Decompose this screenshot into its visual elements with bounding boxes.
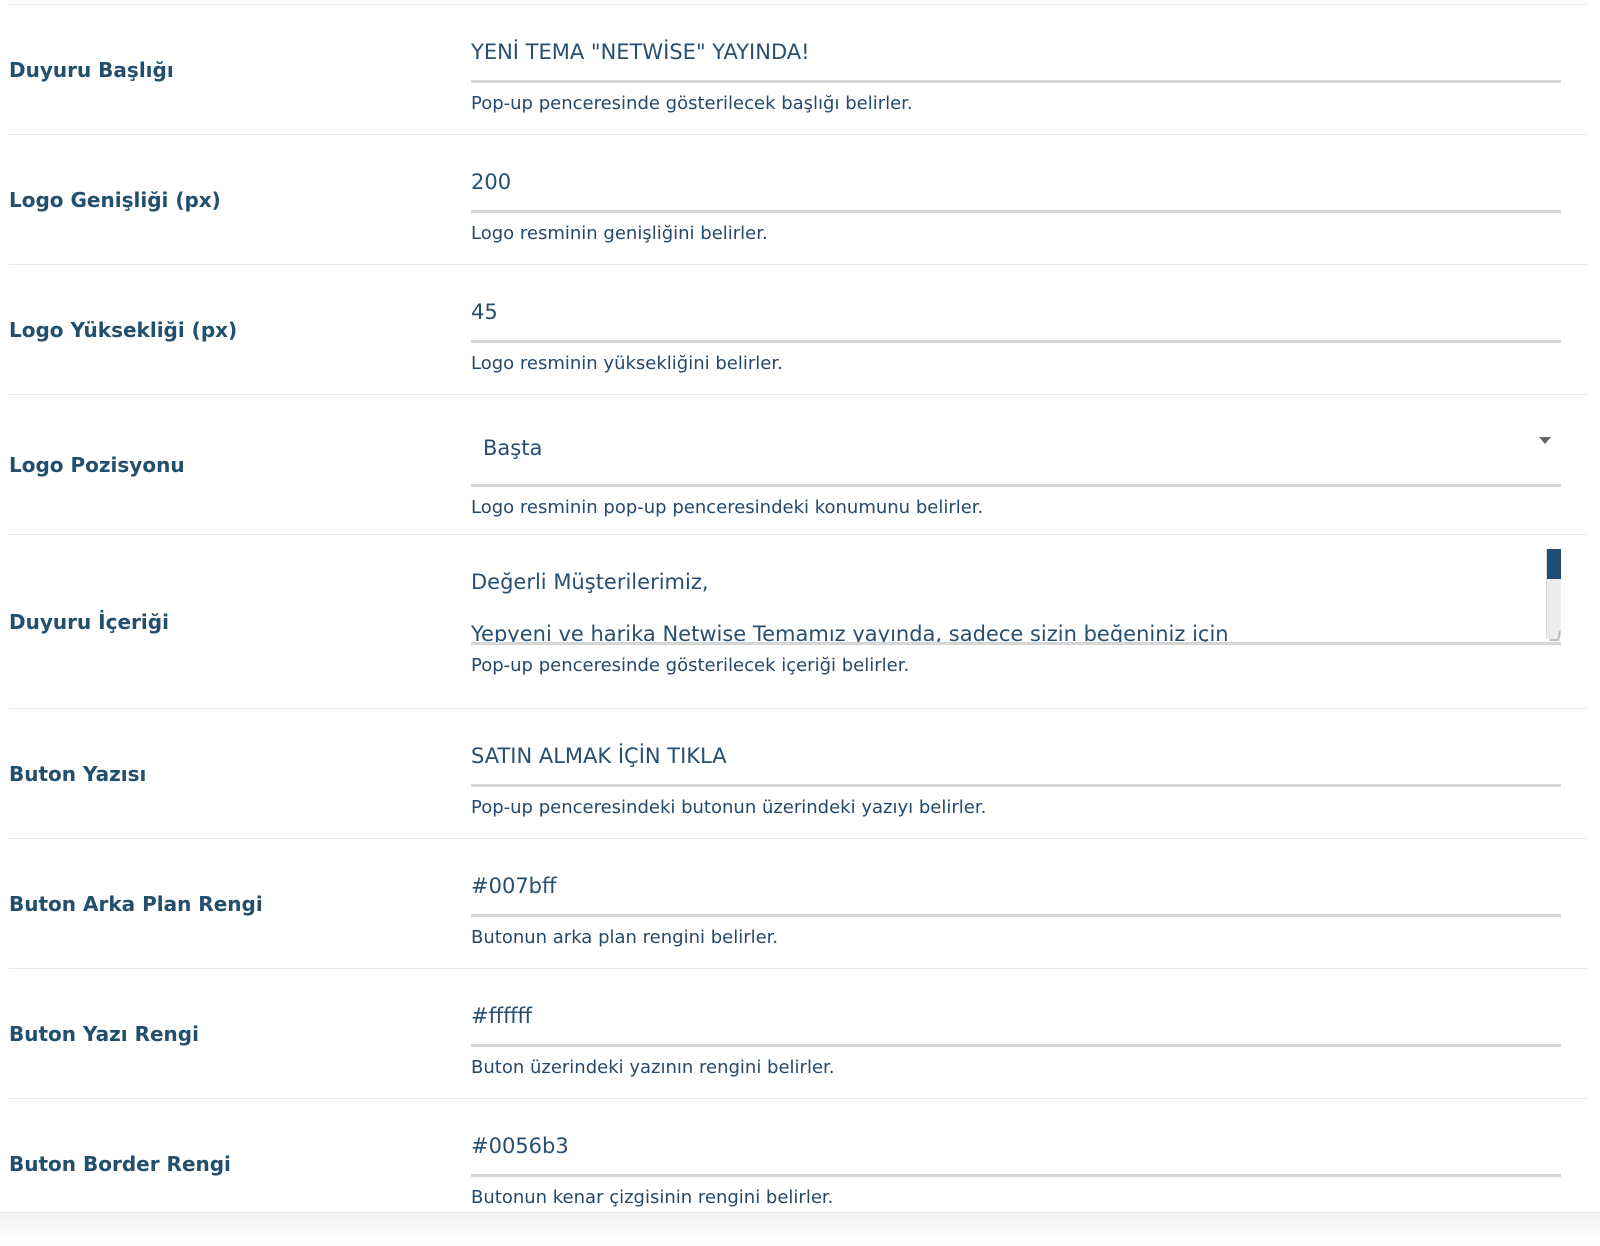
logo-yuksekligi-input[interactable]: 45 bbox=[471, 295, 1561, 343]
field-row-buton-border-rengi: Buton Border Rengi #0056b3 Butonun kenar… bbox=[9, 1099, 1587, 1229]
field-row-logo-yuksekligi: Logo Yüksekliği (px) 45 Logo resminin yü… bbox=[9, 265, 1587, 395]
input-value: 45 bbox=[471, 300, 498, 324]
textarea-line: Yepyeni ve harika Netwise Temamız yayınd… bbox=[471, 622, 1229, 645]
input-value: #007bff bbox=[471, 874, 557, 898]
input-value: 200 bbox=[471, 170, 512, 194]
scrollbar-thumb[interactable] bbox=[1547, 549, 1561, 579]
field-row-duyuru-basligi: Duyuru Başlığı YENİ TEMA "NETWİSE" YAYIN… bbox=[9, 5, 1587, 135]
field-help: Pop-up penceresindeki butonun üzerindeki… bbox=[471, 797, 987, 818]
logo-pozisyonu-select[interactable]: Başta bbox=[471, 425, 1561, 487]
field-row-buton-yazi-rengi: Buton Yazı Rengi #ffffff Buton üzerindek… bbox=[9, 969, 1587, 1099]
textarea-scrollbar[interactable] bbox=[1546, 549, 1561, 639]
field-label: Logo Pozisyonu bbox=[9, 452, 185, 477]
field-help: Butonun kenar çizgisinin rengini belirle… bbox=[471, 1187, 834, 1208]
field-label: Duyuru Başlığı bbox=[9, 57, 174, 82]
buton-border-rengi-input[interactable]: #0056b3 bbox=[471, 1129, 1561, 1177]
textarea-line: Değerli Müşterilerimiz, bbox=[471, 570, 709, 594]
field-help: Pop-up penceresinde gösterilecek başlığı… bbox=[471, 93, 913, 114]
duyuru-icerigi-textarea[interactable]: Değerli Müşterilerimiz, Yepyeni ve harik… bbox=[471, 549, 1561, 645]
field-label: Duyuru İçeriği bbox=[9, 609, 169, 634]
input-value: #0056b3 bbox=[471, 1134, 569, 1158]
buton-yazi-rengi-input[interactable]: #ffffff bbox=[471, 999, 1561, 1047]
field-row-buton-yazisi: Buton Yazısı SATIN ALMAK İÇİN TIKLA Pop-… bbox=[9, 709, 1587, 839]
field-label: Logo Yüksekliği (px) bbox=[9, 317, 238, 342]
field-row-logo-pozisyonu: Logo Pozisyonu Başta Logo resminin pop-u… bbox=[9, 395, 1587, 535]
field-help: Logo resminin genişliğini belirler. bbox=[471, 223, 768, 244]
field-label: Buton Yazısı bbox=[9, 761, 147, 786]
input-value: #ffffff bbox=[471, 1004, 533, 1028]
field-help: Logo resminin pop-up penceresindeki konu… bbox=[471, 497, 984, 518]
field-label: Buton Arka Plan Rengi bbox=[9, 891, 263, 916]
page-footer-shadow bbox=[0, 1212, 1600, 1246]
field-help: Pop-up penceresinde gösterilecek içeriği… bbox=[471, 655, 910, 676]
buton-yazisi-input[interactable]: SATIN ALMAK İÇİN TIKLA bbox=[471, 739, 1561, 787]
logo-genisligi-input[interactable]: 200 bbox=[471, 165, 1561, 213]
field-help: Butonun arka plan rengini belirler. bbox=[471, 927, 779, 948]
caret-down-icon[interactable] bbox=[1539, 437, 1551, 444]
field-label: Buton Border Rengi bbox=[9, 1151, 231, 1176]
field-row-duyuru-icerigi: Duyuru İçeriği Değerli Müşterilerimiz, Y… bbox=[9, 535, 1587, 709]
field-label: Logo Genişliği (px) bbox=[9, 187, 221, 212]
input-value: SATIN ALMAK İÇİN TIKLA bbox=[471, 744, 727, 768]
buton-arka-plan-rengi-input[interactable]: #007bff bbox=[471, 869, 1561, 917]
resize-handle-icon[interactable] bbox=[1549, 631, 1561, 641]
duyuru-basligi-input[interactable]: YENİ TEMA "NETWİSE" YAYINDA! bbox=[471, 35, 1561, 83]
select-value: Başta bbox=[483, 436, 543, 460]
input-value: YENİ TEMA "NETWİSE" YAYINDA! bbox=[471, 40, 810, 64]
field-row-logo-genisligi: Logo Genişliği (px) 200 Logo resminin ge… bbox=[9, 135, 1587, 265]
settings-form: Duyuru Başlığı YENİ TEMA "NETWİSE" YAYIN… bbox=[9, 4, 1587, 1229]
field-label: Buton Yazı Rengi bbox=[9, 1021, 199, 1046]
field-row-buton-arka-plan-rengi: Buton Arka Plan Rengi #007bff Butonun ar… bbox=[9, 839, 1587, 969]
field-help: Logo resminin yüksekliğini belirler. bbox=[471, 353, 783, 374]
field-help: Buton üzerindeki yazının rengini belirle… bbox=[471, 1057, 835, 1078]
